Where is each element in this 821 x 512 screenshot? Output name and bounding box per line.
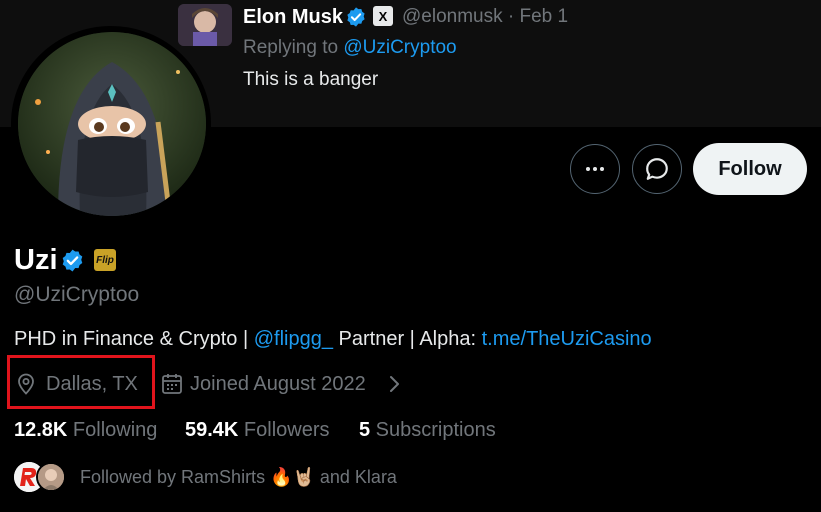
- more-horizontal-icon: [586, 167, 604, 171]
- following-stat[interactable]: 12.8K Following: [14, 417, 157, 443]
- location-highlight-box: [7, 355, 155, 409]
- more-options-button[interactable]: [570, 144, 620, 194]
- bio-text-prefix: PHD in Finance & Crypto |: [14, 328, 254, 350]
- flip-affiliate-badge[interactable]: Flip: [94, 249, 116, 271]
- replying-prefix: Replying to: [243, 37, 344, 58]
- replying-to: Replying to @UziCryptoo: [243, 36, 457, 60]
- profile-bio: PHD in Finance & Crypto | @flipgg_ Partn…: [14, 326, 652, 352]
- bio-external-link[interactable]: t.me/TheUziCasino: [482, 328, 652, 350]
- calendar-icon: [162, 374, 182, 394]
- profile-handle: @UziCryptoo: [14, 283, 140, 306]
- following-label: Following: [67, 419, 158, 441]
- followers-stat[interactable]: 59.4K Followers: [185, 417, 330, 443]
- subscriptions-count: 5: [359, 419, 371, 441]
- profile-avatar[interactable]: [18, 32, 206, 216]
- tweet-author-name[interactable]: Elon Musk: [243, 5, 343, 29]
- subscriptions-stat[interactable]: 5 Subscriptions: [359, 417, 496, 443]
- follower-avatar[interactable]: [36, 462, 66, 492]
- message-icon: [646, 158, 668, 180]
- message-button[interactable]: [632, 144, 682, 194]
- bio-mention-link[interactable]: @flipgg_: [254, 328, 333, 350]
- tweet-meta[interactable]: @elonmusk · Feb 1: [402, 5, 568, 29]
- tweet-author-avatar[interactable]: [178, 4, 232, 46]
- replying-handle-link[interactable]: @UziCryptoo: [343, 37, 456, 58]
- chevron-right-icon[interactable]: [387, 374, 403, 394]
- subscriptions-label: Subscriptions: [370, 419, 496, 441]
- verified-badge-icon[interactable]: [60, 248, 85, 273]
- followers-label: Followers: [238, 419, 330, 441]
- bio-text-middle: Partner | Alpha:: [332, 328, 482, 350]
- following-count: 12.8K: [14, 419, 68, 441]
- followed-by-text[interactable]: Followed by RamShirts 🔥🤘🏼 and Klara: [80, 465, 397, 489]
- follow-button[interactable]: Follow: [693, 143, 807, 195]
- tweet-text: This is a banger: [243, 69, 379, 90]
- profile-name: Uzi: [14, 244, 58, 276]
- followers-count: 59.4K: [185, 419, 239, 441]
- profile-joined-date[interactable]: Joined August 2022: [190, 371, 366, 397]
- x-affiliate-badge: X: [373, 6, 393, 26]
- verified-badge-icon: [347, 7, 365, 27]
